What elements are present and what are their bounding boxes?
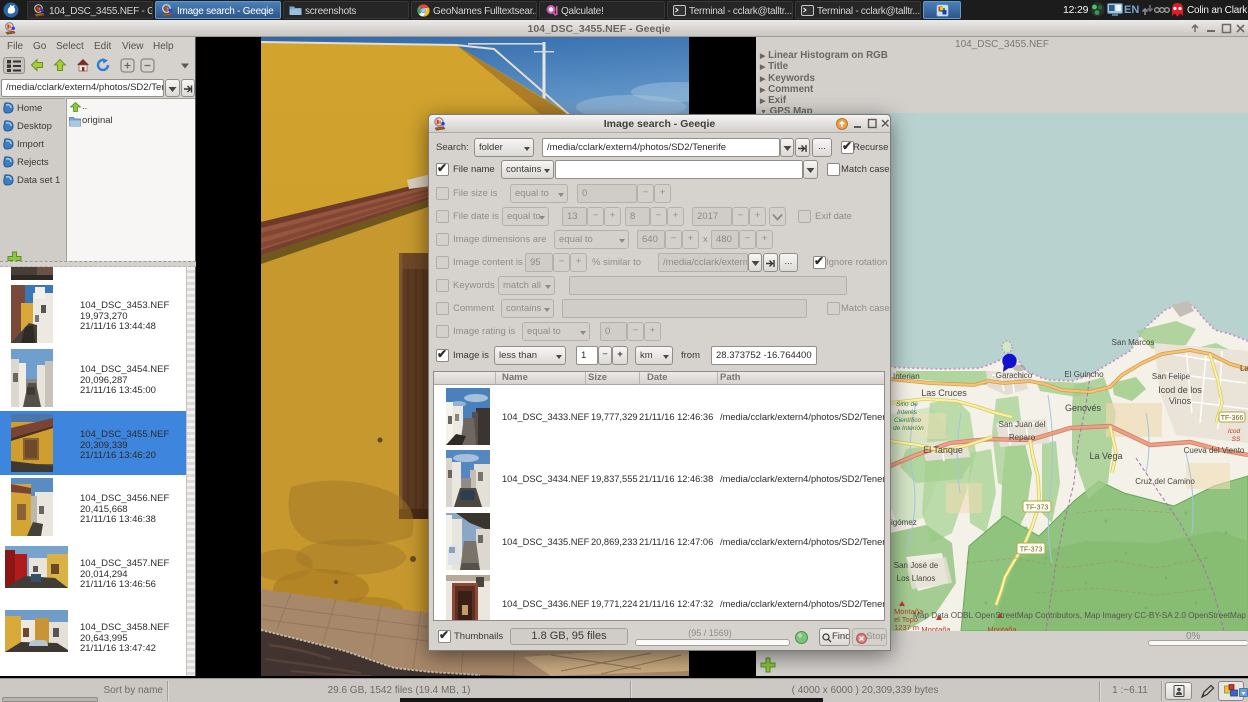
svg-text:Genovés: Genovés <box>1065 403 1102 413</box>
svg-text:TF-373: TF-373 <box>1026 505 1049 512</box>
svg-text:Cruz del Camino: Cruz del Camino <box>1135 477 1195 486</box>
svg-text:San Marcos: San Marcos <box>1112 338 1155 347</box>
svg-text:Sitio de: Sitio de <box>896 401 918 408</box>
svg-text:Cueva del Viento: Cueva del Viento <box>1184 446 1245 455</box>
svg-text:igómez: igómez <box>891 518 917 527</box>
svg-text:La: La <box>1240 364 1248 373</box>
svg-text:de Interión: de Interión <box>893 425 924 432</box>
svg-text:El Guincho: El Guincho <box>1064 370 1104 379</box>
svg-text:Icod de los: Icod de los <box>1158 385 1202 395</box>
svg-text:Científico: Científico <box>894 417 921 424</box>
svg-text:1237 m: 1237 m <box>894 623 919 631</box>
svg-text:San José de: San José de <box>894 561 939 570</box>
svg-text:SS: SS <box>1232 436 1241 443</box>
svg-text:Montaña: Montaña <box>921 625 951 631</box>
svg-text:Los Llanos: Los Llanos <box>897 574 936 583</box>
svg-text:TF-373: TF-373 <box>1020 547 1043 554</box>
svg-text:El Tanque: El Tanque <box>923 445 963 455</box>
svg-text:Reparo: Reparo <box>1009 433 1036 442</box>
svg-text:Montaña: Montaña <box>987 625 1017 631</box>
svg-text:Vinos: Vinos <box>1169 396 1192 406</box>
svg-text:La Vega: La Vega <box>1089 451 1122 461</box>
svg-text:Icod: Icod <box>1228 428 1241 435</box>
svg-text:Interés: Interés <box>897 409 918 416</box>
svg-text:Garachico: Garachico <box>996 371 1033 380</box>
svg-text:San Juan del: San Juan del <box>999 420 1046 429</box>
svg-text:San Felipe: San Felipe <box>1152 372 1191 381</box>
svg-text:Las Cruces: Las Cruces <box>921 388 967 398</box>
svg-text:Map Data ODBL OpenStreetMap Co: Map Data ODBL OpenStreetMap Contributors… <box>913 611 1246 620</box>
svg-text:TF-366: TF-366 <box>1221 415 1244 422</box>
svg-text:Interian: Interian <box>893 372 920 381</box>
